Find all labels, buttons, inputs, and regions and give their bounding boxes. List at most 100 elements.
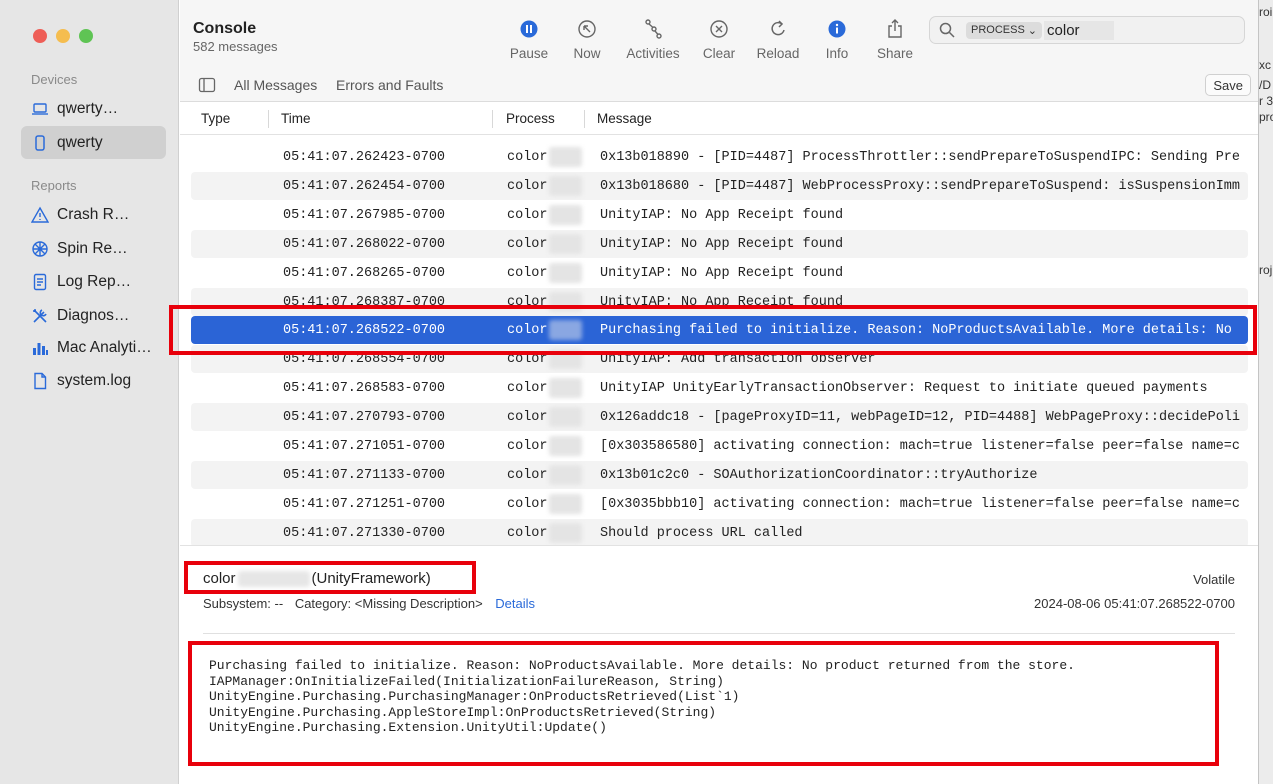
- table-row[interactable]: 05:41:07.268265-0700 color UnityIAP: No Ap…: [191, 259, 1248, 287]
- row-message: [0x303586580] activating connection: mac…: [600, 439, 1241, 454]
- redacted-text: [549, 378, 582, 399]
- table-row[interactable]: 05:41:07.268554-0700 color UnityIAP: Add t…: [191, 345, 1248, 374]
- volatile-label: Volatile: [1193, 572, 1235, 587]
- bg-fragment: /D: [1259, 78, 1271, 92]
- detail-body-line: UnityEngine.Purchasing.Extension.UnityUt…: [209, 720, 607, 736]
- sidebar: Devices qwerty… qwerty Reports Crash R… …: [0, 0, 179, 784]
- table-row[interactable]: 05:41:07.267985-0700 color UnityIAP: No Ap…: [191, 201, 1248, 229]
- row-message: 0x13b018890 - [PID=4487] ProcessThrottle…: [600, 150, 1241, 165]
- process-filter-token[interactable]: PROCESS ⌄: [966, 21, 1043, 39]
- document-icon: [31, 273, 49, 291]
- share-label: Share: [876, 46, 914, 61]
- sidebar-item-label: qwerty: [57, 133, 103, 151]
- redacted-text: [549, 233, 582, 254]
- bg-fragment: r 3: [1259, 94, 1273, 108]
- sidebar-item-crash-reports[interactable]: Crash R…: [21, 198, 166, 231]
- search-icon: [939, 22, 955, 38]
- info-button[interactable]: Info: [805, 18, 869, 61]
- search-field[interactable]: PROCESS ⌄ color: [929, 16, 1245, 44]
- details-link[interactable]: Details: [495, 596, 535, 611]
- share-button[interactable]: Share: [863, 18, 927, 61]
- pause-button[interactable]: Pause: [497, 18, 561, 61]
- table-row[interactable]: 05:41:07.270793-0700 color 0x126addc18 - […: [191, 403, 1248, 432]
- sidebar-item-diagnostics[interactable]: Diagnos…: [21, 299, 166, 332]
- table-row[interactable]: 05:41:07.271051-0700 color [0x303586580] a…: [191, 432, 1248, 460]
- column-header-message[interactable]: Message: [597, 111, 652, 126]
- reports-header: Reports: [31, 178, 77, 193]
- table-row[interactable]: 05:41:07.262423-0700 color 0x13b018890 - […: [191, 143, 1248, 171]
- table-row-selected[interactable]: 05:41:07.268522-0700 color Purchasing fail…: [191, 316, 1248, 345]
- detail-message-body[interactable]: Purchasing failed to initialize. Reason:…: [209, 658, 1075, 736]
- row-process: color: [507, 496, 548, 512]
- row-process: color: [507, 178, 548, 194]
- column-divider[interactable]: [492, 110, 493, 128]
- sidebar-item-system-log[interactable]: system.log: [21, 364, 166, 397]
- errors-faults-tab[interactable]: Errors and Faults: [336, 77, 443, 93]
- close-window-button[interactable]: [33, 29, 47, 43]
- column-header-type[interactable]: Type: [201, 111, 230, 126]
- sidebar-item-label: Mac Analyti…: [57, 338, 152, 356]
- sidebar-item-log-reports[interactable]: Log Rep…: [21, 265, 166, 298]
- clear-button[interactable]: Clear: [687, 18, 751, 61]
- log-table[interactable]: 05:41:07.262114-0700 color 0x13b018d700 …: [180, 135, 1258, 545]
- reload-button[interactable]: Reload: [746, 18, 810, 61]
- table-row[interactable]: 05:41:07.262454-0700 color 0x13b018680 - […: [191, 171, 1248, 200]
- filter-bar: All Messages Errors and Faults Save: [180, 68, 1258, 102]
- all-messages-tab[interactable]: All Messages: [234, 77, 317, 93]
- zoom-window-button[interactable]: [79, 29, 93, 43]
- pause-label: Pause: [509, 46, 549, 61]
- spin-wheel-icon: [31, 240, 49, 258]
- row-process: color: [507, 381, 548, 397]
- message-count: 582 messages: [193, 39, 278, 54]
- sidebar-toggle-icon[interactable]: [198, 77, 216, 93]
- sidebar-item-device-iphone[interactable]: qwerty: [21, 126, 166, 159]
- row-process: color: [507, 207, 548, 223]
- devices-header: Devices: [31, 72, 78, 87]
- row-process: color: [507, 439, 548, 454]
- row-message: UnityIAP: No App Receipt found: [600, 265, 844, 281]
- row-time: 05:41:07.268554-0700: [283, 352, 446, 368]
- now-button[interactable]: Now: [555, 18, 619, 61]
- activities-button[interactable]: Activities: [621, 18, 685, 61]
- row-message: UnityIAP: No App Receipt found: [600, 294, 844, 310]
- redacted-text: [549, 493, 582, 514]
- file-icon: [31, 372, 49, 390]
- detail-meta: Subsystem: -- Category: <Missing Descrip…: [203, 596, 535, 611]
- column-divider[interactable]: [268, 110, 269, 128]
- minimize-window-button[interactable]: [56, 29, 70, 43]
- divider: [203, 633, 1235, 634]
- table-row[interactable]: 05:41:07.271133-0700 color 0x13b01c2c0 - S…: [191, 460, 1248, 489]
- console-window: Devices qwerty… qwerty Reports Crash R… …: [0, 0, 1259, 784]
- table-row[interactable]: 05:41:07.271251-0700 color [0x3035bbb10] a…: [191, 490, 1248, 518]
- row-time: 05:41:07.270793-0700: [283, 410, 446, 426]
- now-icon: [555, 18, 619, 46]
- sidebar-item-device-mac[interactable]: qwerty…: [21, 92, 166, 125]
- row-process: color: [507, 525, 548, 541]
- sidebar-item-label: Diagnos…: [57, 306, 130, 324]
- column-divider[interactable]: [584, 110, 585, 128]
- subsystem-label: Subsystem: --: [203, 596, 284, 611]
- reload-label: Reload: [756, 46, 800, 61]
- sidebar-item-mac-analytics[interactable]: Mac Analyti…: [21, 331, 166, 364]
- redacted-text: [549, 407, 582, 428]
- row-time: 05:41:07.268583-0700: [283, 381, 446, 397]
- table-row[interactable]: 05:41:07.268387-0700 color UnityIAP: No Ap…: [191, 287, 1248, 316]
- sidebar-item-spin-reports[interactable]: Spin Re…: [21, 232, 166, 265]
- table-row[interactable]: 05:41:07.268583-0700 color UnityIAP UnityE…: [191, 374, 1248, 402]
- row-message: 0x13b01c2c0 - SOAuthorizationCoordinator…: [600, 467, 1038, 483]
- bg-fragment: roi: [1259, 5, 1273, 19]
- column-header-process[interactable]: Process: [506, 111, 555, 126]
- detail-process-name: color: [203, 570, 236, 587]
- redacted-text: [549, 349, 582, 370]
- save-button[interactable]: Save: [1205, 74, 1251, 96]
- column-header-time[interactable]: Time: [281, 111, 311, 126]
- search-input[interactable]: color: [1044, 20, 1115, 40]
- row-time: 05:41:07.268522-0700: [283, 323, 446, 339]
- table-row[interactable]: 05:41:07.271330-0700 color Should process …: [191, 518, 1248, 545]
- redacted-text: [549, 436, 582, 456]
- row-time: 05:41:07.268265-0700: [283, 265, 446, 281]
- redacted-text: [549, 147, 582, 167]
- sidebar-item-label: Crash R…: [57, 205, 130, 223]
- table-row[interactable]: 05:41:07.268022-0700 color UnityIAP: No Ap…: [191, 229, 1248, 258]
- row-message: Purchasing failed to initialize. Reason:…: [600, 323, 1232, 339]
